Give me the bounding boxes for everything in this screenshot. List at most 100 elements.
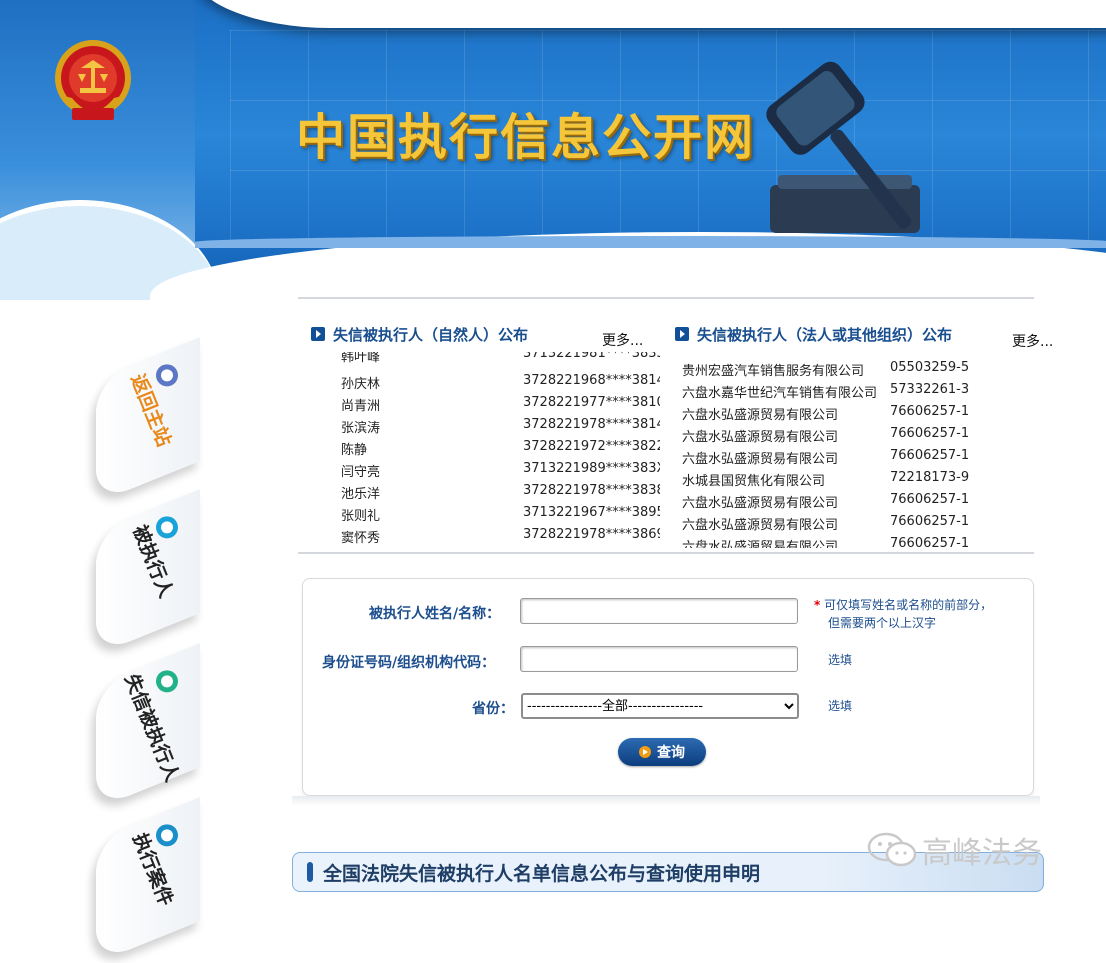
legal-persons-more-link[interactable]: 更多... xyxy=(1012,331,1053,351)
table-row[interactable]: 六盘水弘盛源贸易有限公司 76606257-1 xyxy=(682,492,982,514)
org-name: 六盘水嘉华世纪汽车销售有限公司 xyxy=(682,386,878,401)
table-row[interactable]: 六盘水弘盛源贸易有限公司 76606257-1 xyxy=(682,404,982,426)
person-id: 3713221989****383X xyxy=(523,461,660,476)
section-title: 失信被执行人（法人或其他组织）公布 xyxy=(697,325,953,344)
circle-icon xyxy=(156,824,178,847)
person-id: 3728221978****3838 xyxy=(523,483,660,498)
person-name: 张则礼 xyxy=(341,509,381,524)
arrow-right-icon xyxy=(675,327,689,341)
natural-persons-header: 失信被执行人（自然人）公布 xyxy=(311,324,528,344)
court-emblem-icon xyxy=(55,40,131,120)
sidebar-item-execution-case[interactable]: 执行案件 xyxy=(96,796,200,963)
person-name: 尚青洲 xyxy=(341,399,381,414)
required-mark: * xyxy=(814,598,821,612)
sidebar-item-dishonest-person[interactable]: 失信被执行人 xyxy=(96,642,200,810)
org-code: 76606257-1 xyxy=(890,448,970,463)
org-name: 水城县国贸焦化有限公司 xyxy=(682,474,826,489)
form-shadow xyxy=(292,796,1040,806)
name-hint-line2: 但需要两个以上汉字 xyxy=(828,616,937,630)
table-row[interactable]: 闫守亮 3713221989****383X xyxy=(330,461,660,483)
table-row[interactable]: 张则礼 3713221967****3895 xyxy=(330,505,660,527)
table-row[interactable]: 孙庆林 3728221968****3814 xyxy=(330,373,660,395)
person-id: 3728221977****3810 xyxy=(523,395,660,410)
person-id: 3728221968****3814 xyxy=(523,373,660,388)
person-name: 窦怀秀 xyxy=(341,531,381,546)
arrow-right-icon xyxy=(311,327,325,341)
person-id: 3728221978****3814 xyxy=(523,417,660,432)
legal-persons-list: 贵州宏盛汽车销售服务有限公司 05503259-5 六盘水嘉华世纪汽车销售有限公… xyxy=(682,360,982,548)
name-hint-line1: 可仅填写姓名或名称的前部分， xyxy=(824,598,993,612)
person-id: 3713221981****3835 xyxy=(523,352,660,361)
table-row[interactable]: 尚青洲 3728221977****3810 xyxy=(330,395,660,417)
play-icon xyxy=(639,746,651,758)
name-label: 被执行人姓名/名称： xyxy=(369,606,501,622)
person-id: 3728221972****3822 xyxy=(523,439,660,454)
natural-persons-list: 韩叶峰 3713221981****3835 孙庆林 3728221968***… xyxy=(330,352,660,548)
table-row[interactable]: 水城县国贸焦化有限公司 72218173-9 xyxy=(682,470,982,492)
person-name: 池乐洋 xyxy=(341,487,381,502)
province-hint: 选填 xyxy=(828,699,853,713)
table-row[interactable]: 池乐洋 3728221978****3838 xyxy=(330,483,660,505)
table-row[interactable]: 六盘水弘盛源贸易有限公司 76606257-1 xyxy=(682,514,982,536)
query-button-label: 查询 xyxy=(657,745,685,761)
id-input[interactable] xyxy=(520,646,798,672)
natural-persons-more-link[interactable]: 更多... xyxy=(602,330,643,350)
wechat-icon xyxy=(867,832,917,867)
id-label: 身份证号码/组织机构代码： xyxy=(322,655,496,671)
org-code: 72218173-9 xyxy=(890,470,970,485)
gavel-icon xyxy=(766,61,920,233)
org-name: 贵州宏盛汽车销售服务有限公司 xyxy=(682,364,865,379)
org-code: 76606257-1 xyxy=(890,404,970,419)
province-select[interactable]: ----------------全部---------------- xyxy=(521,693,799,719)
person-name: 陈静 xyxy=(341,443,368,458)
person-name: 闫守亮 xyxy=(341,465,381,480)
divider xyxy=(298,552,1034,554)
query-button[interactable]: 查询 xyxy=(618,738,706,766)
table-row[interactable]: 六盘水弘盛源贸易有限公司 76606257-1 xyxy=(682,448,982,470)
table-row[interactable]: 六盘水弘盛源贸易有限公司 76606257-1 xyxy=(682,426,982,448)
table-row[interactable]: 陈静 3728221972****3822 xyxy=(330,439,660,461)
org-name: 六盘水弘盛源贸易有限公司 xyxy=(682,408,839,423)
name-hint: * 可仅填写姓名或名称的前部分， 但需要两个以上汉字 xyxy=(814,596,992,632)
name-input[interactable] xyxy=(520,598,798,624)
org-code: 76606257-1 xyxy=(890,426,970,441)
person-name: 孙庆林 xyxy=(341,377,381,392)
table-row[interactable]: 韩叶峰 3713221981****3835 xyxy=(330,352,660,368)
person-name: 张滨涛 xyxy=(341,421,381,436)
org-code: 76606257-1 xyxy=(890,492,970,507)
table-row[interactable]: 六盘水弘盛源贸易有限公司 76606257-1 xyxy=(682,536,982,548)
sidebar-item-home[interactable]: 返回主站 xyxy=(96,336,200,504)
person-name: 韩叶峰 xyxy=(341,352,381,365)
table-row[interactable]: 窦怀秀 3728221978****3869 xyxy=(330,527,660,548)
org-name: 六盘水弘盛源贸易有限公司 xyxy=(682,496,839,511)
notice-text: 全国法院失信被执行人名单信息公布与查询使用申明 xyxy=(323,862,761,885)
site-header: 中国执行信息公开网 xyxy=(0,0,1106,300)
divider xyxy=(298,297,1034,299)
notice-bar-icon xyxy=(307,862,313,882)
org-code: 76606257-1 xyxy=(890,536,970,548)
org-code: 57332261-3 xyxy=(890,382,970,397)
table-row[interactable]: 贵州宏盛汽车销售服务有限公司 05503259-5 xyxy=(682,360,982,382)
org-name: 六盘水弘盛源贸易有限公司 xyxy=(682,540,839,548)
header-bottom-strip xyxy=(195,236,1106,248)
circle-icon xyxy=(156,364,178,387)
sidebar-item-executed-person[interactable]: 被执行人 xyxy=(96,488,200,656)
table-row[interactable]: 六盘水嘉华世纪汽车销售有限公司 57332261-3 xyxy=(682,382,982,404)
org-name: 六盘水弘盛源贸易有限公司 xyxy=(682,518,839,533)
org-name: 六盘水弘盛源贸易有限公司 xyxy=(682,430,839,445)
circle-icon xyxy=(156,516,178,539)
person-id: 3713221967****3895 xyxy=(523,505,660,520)
header-top-curve xyxy=(190,0,1106,28)
table-row[interactable]: 张滨涛 3728221978****3814 xyxy=(330,417,660,439)
legal-persons-header: 失信被执行人（法人或其他组织）公布 xyxy=(675,324,952,344)
org-name: 六盘水弘盛源贸易有限公司 xyxy=(682,452,839,467)
circle-icon xyxy=(156,670,178,693)
site-title: 中国执行信息公开网 xyxy=(296,109,756,166)
watermark: 高峰法务 xyxy=(866,828,1042,872)
person-id: 3728221978****3869 xyxy=(523,527,660,542)
id-hint: 选填 xyxy=(828,653,853,667)
sidebar-item-label: 失信被执行人 xyxy=(120,671,184,786)
watermark-text: 高峰法务 xyxy=(922,836,1042,871)
org-code: 05503259-5 xyxy=(890,360,970,375)
org-code: 76606257-1 xyxy=(890,514,970,529)
